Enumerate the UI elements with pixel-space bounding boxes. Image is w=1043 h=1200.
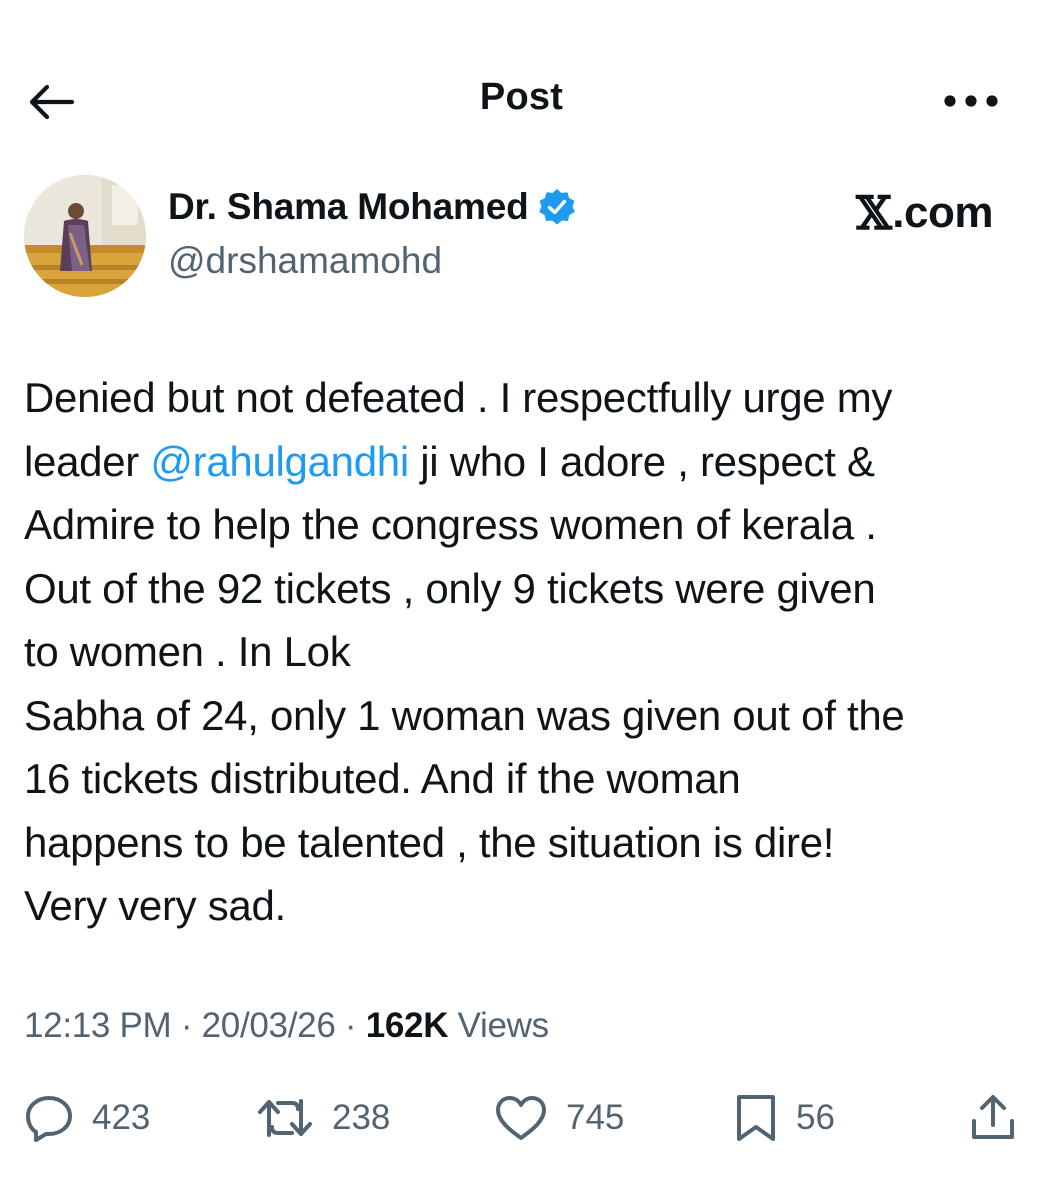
reply-button[interactable]: 423: [24, 1088, 150, 1148]
x-watermark: 𝕏 .com: [856, 186, 993, 240]
bookmark-count: 56: [796, 1098, 835, 1137]
like-button[interactable]: 745: [494, 1088, 624, 1148]
page-title: Post: [479, 76, 564, 118]
x-logo: 𝕏: [856, 186, 892, 240]
tweet-text: Denied but not defeated . I respectfully…: [24, 366, 1024, 938]
repost-count: 238: [332, 1098, 391, 1137]
post-meta: 12:13 PM · 20/03/26 · 162K Views: [24, 1006, 549, 1046]
bookmark-button[interactable]: 56: [734, 1088, 835, 1148]
tweet-line: happens to be talented , the situation i…: [24, 818, 835, 866]
tweet-line-text: leader: [24, 437, 151, 485]
tweet-line: Denied but not defeated . I respectfully…: [24, 374, 893, 421]
author-handle[interactable]: @drshamamohd: [168, 240, 442, 282]
like-count: 745: [566, 1098, 625, 1137]
author-name[interactable]: Dr. Shama Mohamed: [168, 186, 529, 228]
mention-link[interactable]: @rahulgandhi: [150, 438, 409, 485]
action-bar: 423 238 745 56: [0, 1088, 1043, 1148]
share-button[interactable]: [968, 1088, 1018, 1148]
meta-separator: ·: [335, 1006, 366, 1045]
repost-icon: [258, 1099, 312, 1137]
views-label: Views: [448, 1006, 550, 1045]
post-time[interactable]: 12:13 PM: [24, 1006, 172, 1045]
tweet-line: leader @rahulgandhi ji who I adore , res…: [24, 430, 1024, 494]
views-count[interactable]: 162K: [366, 1006, 449, 1045]
verified-badge-icon: [538, 189, 575, 225]
more-horizontal-icon: [944, 95, 998, 107]
reply-count: 423: [92, 1098, 151, 1137]
tweet-line-text: ji who I adore , respect &: [408, 437, 875, 485]
reply-icon: [26, 1096, 72, 1142]
share-icon: [972, 1095, 1014, 1139]
top-bar: Post: [0, 62, 1043, 142]
tweet-line: to women . In Lok: [24, 628, 351, 675]
watermark-text: .com: [892, 188, 993, 237]
post-page: Post Dr. Shama Mohamed @drshamamohd 𝕏 .c…: [0, 0, 1043, 1200]
more-button[interactable]: [943, 88, 999, 114]
repost-button[interactable]: 238: [256, 1088, 390, 1148]
post-date[interactable]: 20/03/26: [202, 1006, 336, 1045]
tweet-line: Out of the 92 tickets , only 9 tickets w…: [24, 564, 876, 612]
bookmark-icon: [737, 1095, 775, 1141]
tweet-line: Very very sad.: [24, 882, 286, 929]
author-name-row: Dr. Shama Mohamed: [168, 186, 577, 228]
avatar[interactable]: [24, 175, 146, 297]
tweet-line: Admire to help the congress women of ker…: [24, 501, 877, 548]
tweet-line: 16 tickets distributed. And if the woman: [24, 755, 741, 802]
heart-icon: [496, 1096, 546, 1140]
tweet-line: Sabha of 24, only 1 woman was given out …: [24, 691, 905, 739]
meta-separator: ·: [171, 1006, 202, 1045]
